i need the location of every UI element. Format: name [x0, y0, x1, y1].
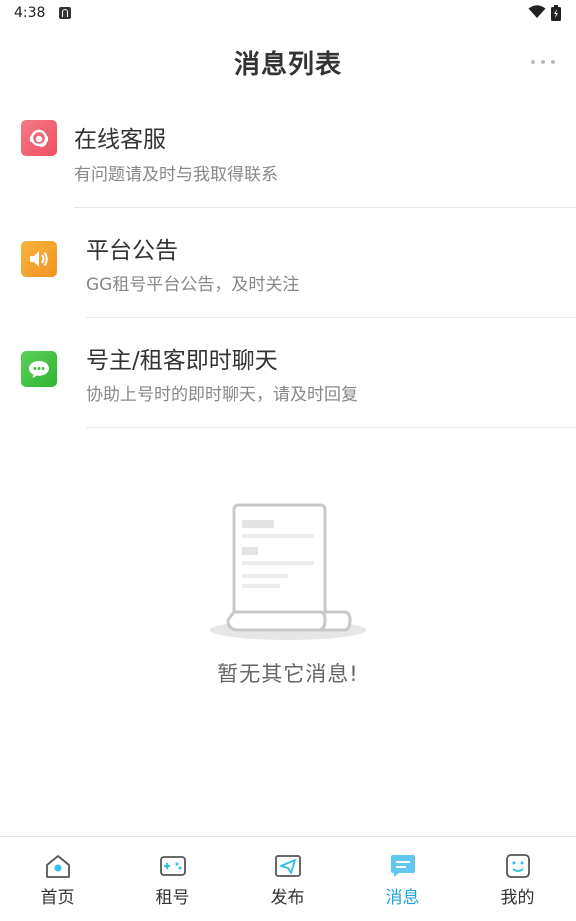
- bottom-tab-bar: 首页 租号 发布 消息 我的: [0, 836, 576, 921]
- message-subtitle: 有问题请及时与我取得联系: [74, 165, 278, 185]
- header: 消息列表: [0, 38, 576, 88]
- customer-service-icon: [21, 120, 57, 156]
- divider: [86, 427, 576, 428]
- message-title: 在线客服: [74, 127, 166, 153]
- message-item-customer-service[interactable]: 在线客服 有问题请及时与我取得联系: [0, 98, 576, 208]
- message-title: 平台公告: [86, 238, 178, 264]
- message-item-chat[interactable]: 号主/租客即时聊天 协助上号时的即时聊天，请及时回复: [0, 318, 576, 428]
- send-icon: [275, 855, 301, 877]
- message-title: 号主/租客即时聊天: [86, 348, 278, 374]
- tab-publish[interactable]: 发布: [230, 837, 345, 921]
- tab-home[interactable]: 首页: [0, 837, 115, 921]
- speaker-icon: [21, 241, 57, 277]
- tab-label: 首页: [40, 888, 75, 908]
- status-bar: 4:38: [0, 0, 576, 28]
- empty-document-icon: [210, 503, 366, 640]
- tab-rent[interactable]: 租号: [115, 837, 230, 921]
- tab-mine[interactable]: 我的: [460, 837, 575, 921]
- message-subtitle: GG租号平台公告，及时关注: [86, 275, 300, 295]
- wifi-icon: [528, 5, 546, 18]
- gamepad-icon: [160, 856, 186, 876]
- page-title: 消息列表: [233, 50, 342, 80]
- profile-icon: [506, 854, 530, 878]
- status-time: 4:38: [14, 5, 46, 21]
- message-icon: [391, 855, 415, 877]
- chat-bubble-icon: [21, 351, 57, 387]
- more-options-icon[interactable]: [530, 52, 556, 72]
- notification-a-icon: [59, 7, 71, 19]
- tab-label: 租号: [155, 888, 190, 908]
- tab-label: 消息: [385, 888, 420, 908]
- tab-label: 我的: [500, 888, 535, 908]
- tab-label: 发布: [270, 888, 305, 908]
- tab-messages[interactable]: 消息: [345, 837, 460, 921]
- empty-state-text: 暂无其它消息!: [217, 662, 359, 686]
- battery-icon: [551, 5, 561, 21]
- message-subtitle: 协助上号时的即时聊天，请及时回复: [86, 385, 358, 405]
- message-item-announcement[interactable]: 平台公告 GG租号平台公告，及时关注: [0, 208, 576, 318]
- home-icon: [46, 855, 70, 878]
